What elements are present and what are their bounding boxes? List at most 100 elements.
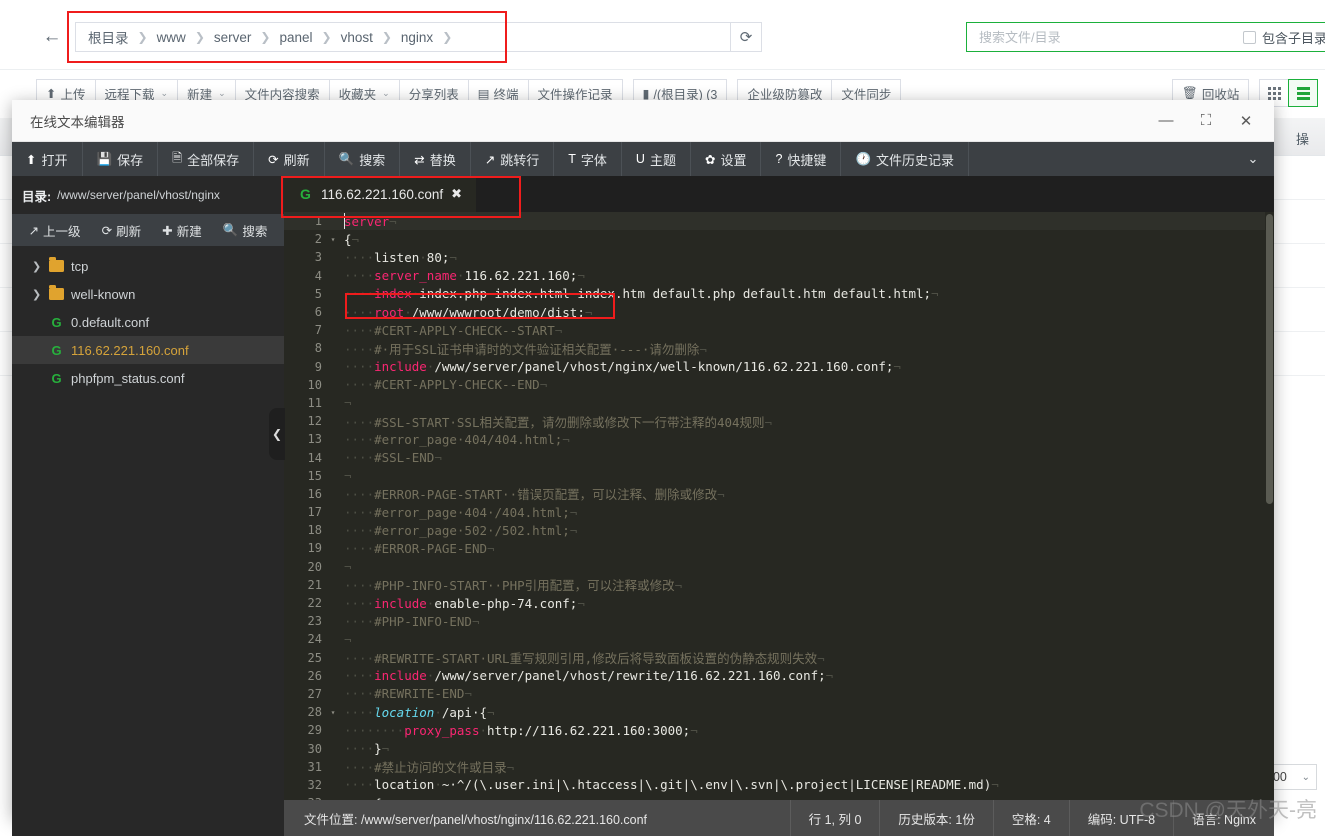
file-tree-item-0[interactable]: ❯tcp <box>12 252 284 280</box>
code-line-16[interactable]: 16····#ERROR-PAGE-START··错误页配置，可以注释、删除或修… <box>284 485 1274 503</box>
include-subdir-toggle[interactable]: 包含子目录 <box>1243 28 1325 47</box>
code-line-21[interactable]: 21····#PHP-INFO-START··PHP引用配置，可以注释或修改¬ <box>284 576 1274 594</box>
code-line-9[interactable]: 9····include·/www/server/panel/vhost/ngi… <box>284 358 1274 376</box>
code-line-19[interactable]: 19····#ERROR-PAGE-END¬ <box>284 539 1274 557</box>
code-line-33[interactable]: 33▾····{¬ <box>284 794 1274 800</box>
refresh-icon: ⟳ <box>268 152 278 167</box>
menu-item-1[interactable]: 💾保存 <box>83 142 159 176</box>
sidebar-action-1[interactable]: ⟳刷新 <box>102 221 142 240</box>
menu-item-9[interactable]: ✿设置 <box>691 142 762 176</box>
file-tree-item-1[interactable]: ❯well-known <box>12 280 284 308</box>
menu-expand-icon[interactable]: ⌄ <box>1232 142 1274 176</box>
folder-icon <box>49 260 64 272</box>
list-view-icon[interactable] <box>1288 79 1318 107</box>
code-line-8[interactable]: 8····#·用于SSL证书申请时的文件验证相关配置·---·请勿删除¬ <box>284 339 1274 357</box>
code-line-28[interactable]: 28▾····location·/api·{¬ <box>284 703 1274 721</box>
status-encoding[interactable]: 编码: UTF-8 <box>1069 800 1173 836</box>
code-line-23[interactable]: 23····#PHP-INFO-END¬ <box>284 612 1274 630</box>
fold-toggle-icon[interactable]: ▾ <box>328 799 338 800</box>
code-line-18[interactable]: 18····#error_page·502·/502.html;¬ <box>284 521 1274 539</box>
sidebar-action-0[interactable]: ↗上一级 <box>29 221 81 240</box>
file-tree-item-3[interactable]: ❯G116.62.221.160.conf <box>12 336 284 364</box>
menu-item-2[interactable]: 🗎全部保存 <box>158 142 254 176</box>
file-tree-item-4[interactable]: ❯Gphpfpm_status.conf <box>12 364 284 392</box>
code-line-text: ¬ <box>338 632 352 647</box>
minimize-icon[interactable]: — <box>1146 101 1186 141</box>
code-line-22[interactable]: 22····include·enable-php-74.conf;¬ <box>284 594 1274 612</box>
search-box[interactable]: 包含子目录 <box>966 22 1325 52</box>
breadcrumb-item-0[interactable]: 根目录 <box>88 27 129 47</box>
code-line-text: ····location·/api·{¬ <box>338 705 495 720</box>
editor-file-tab[interactable]: G 116.62.221.160.conf ✖ <box>284 176 476 212</box>
breadcrumb-item-5[interactable]: nginx <box>401 30 433 45</box>
menu-item-4[interactable]: 🔍搜索 <box>325 142 401 176</box>
code-line-27[interactable]: 27····#REWRITE-END¬ <box>284 685 1274 703</box>
menu-item-0[interactable]: ⬆打开 <box>12 142 83 176</box>
code-line-29[interactable]: 29········proxy_pass·http://116.62.221.1… <box>284 721 1274 739</box>
code-line-25[interactable]: 25····#REWRITE-START·URL重写规则引用,修改后将导致面板设… <box>284 649 1274 667</box>
code-line-24[interactable]: 24¬ <box>284 630 1274 648</box>
include-subdir-checkbox[interactable] <box>1243 31 1256 44</box>
code-editor[interactable]: 1server¬2▾{¬3····listen·80;¬4····server_… <box>284 212 1274 800</box>
menu-item-10[interactable]: ?快捷键 <box>761 142 841 176</box>
code-scrollbar-thumb[interactable] <box>1266 214 1273 504</box>
status-history[interactable]: 历史版本: 1份 <box>879 800 992 836</box>
back-button[interactable]: ← <box>40 27 64 47</box>
status-language[interactable]: 语言: Nginx <box>1173 800 1274 836</box>
refresh-button[interactable]: ⟳ <box>730 22 762 52</box>
theme-icon: U <box>636 152 645 166</box>
code-line-30[interactable]: 30····}¬ <box>284 739 1274 757</box>
upload-icon: ⬆ <box>46 86 56 101</box>
chevron-right-icon[interactable]: ❯ <box>32 288 42 301</box>
code-line-32[interactable]: 32····location·~·^/(\.user.ini|\.htacces… <box>284 776 1274 794</box>
code-line-2[interactable]: 2▾{¬ <box>284 230 1274 248</box>
code-line-12[interactable]: 12····#SSL-START·SSL相关配置，请勿删除或修改下一行带注释的4… <box>284 412 1274 430</box>
code-line-15[interactable]: 15¬ <box>284 467 1274 485</box>
code-line-13[interactable]: 13····#error_page·404/404.html;¬ <box>284 430 1274 448</box>
menu-item-11[interactable]: 🕐文件历史记录 <box>841 142 969 176</box>
file-tree-item-2[interactable]: ❯G0.default.conf <box>12 308 284 336</box>
sidebar-collapse-icon[interactable]: ❮ <box>269 408 285 460</box>
breadcrumb-item-2[interactable]: server <box>214 30 252 45</box>
close-icon[interactable]: ✕ <box>1226 101 1266 141</box>
chevron-right-icon[interactable]: ❯ <box>32 260 42 273</box>
code-line-26[interactable]: 26····include·/www/server/panel/vhost/re… <box>284 667 1274 685</box>
menu-item-5[interactable]: ⇄替换 <box>400 142 471 176</box>
sidebar-action-2[interactable]: ✚新建 <box>162 221 202 240</box>
code-line-10[interactable]: 10····#CERT-APPLY-CHECK--END¬ <box>284 376 1274 394</box>
close-tab-icon[interactable]: ✖ <box>451 186 462 202</box>
sidebar-action-3[interactable]: 🔍搜索 <box>223 221 268 240</box>
breadcrumb[interactable]: 根目录❯www❯server❯panel❯vhost❯nginx❯ <box>75 22 730 52</box>
code-lines[interactable]: 1server¬2▾{¬3····listen·80;¬4····server_… <box>284 212 1274 800</box>
code-line-text: ¬ <box>338 395 352 410</box>
breadcrumb-item-3[interactable]: panel <box>279 30 312 45</box>
breadcrumb-item-4[interactable]: vhost <box>341 30 373 45</box>
code-line-17[interactable]: 17····#error_page·404·/404.html;¬ <box>284 503 1274 521</box>
fold-toggle-icon[interactable]: ▾ <box>328 235 338 244</box>
code-line-31[interactable]: 31····#禁止访问的文件或目录¬ <box>284 758 1274 776</box>
code-line-3[interactable]: 3····listen·80;¬ <box>284 248 1274 266</box>
status-indent[interactable]: 空格: 4 <box>993 800 1069 836</box>
goto-line-icon: ↗ <box>485 152 495 167</box>
code-line-7[interactable]: 7····#CERT-APPLY-CHECK--START¬ <box>284 321 1274 339</box>
menu-item-8[interactable]: U主题 <box>622 142 691 176</box>
save-icon: 💾 <box>97 152 113 167</box>
menu-item-6[interactable]: ↗跳转行 <box>471 142 555 176</box>
code-line-20[interactable]: 20¬ <box>284 558 1274 576</box>
file-manager-topbar: ← 根目录❯www❯server❯panel❯vhost❯nginx❯ ⟳ 包含… <box>0 0 1325 70</box>
fold-toggle-icon[interactable]: ▾ <box>328 708 338 717</box>
code-line-6[interactable]: 6····root·/www/wwwroot/demo/dist;¬ <box>284 303 1274 321</box>
code-line-11[interactable]: 11¬ <box>284 394 1274 412</box>
code-line-4[interactable]: 4····server_name·116.62.221.160;¬ <box>284 267 1274 285</box>
breadcrumb-item-1[interactable]: www <box>157 30 186 45</box>
code-line-5[interactable]: 5····index·index.php index.html index.ht… <box>284 285 1274 303</box>
code-vertical-scrollbar[interactable] <box>1265 212 1274 800</box>
menu-item-3[interactable]: ⟳刷新 <box>254 142 325 176</box>
code-line-1[interactable]: 1server¬ <box>284 212 1274 230</box>
maximize-icon[interactable]: ⛶ <box>1186 101 1226 141</box>
search-input[interactable] <box>977 29 1243 46</box>
search-icon: 🔍 <box>339 152 355 167</box>
code-line-14[interactable]: 14····#SSL-END¬ <box>284 448 1274 466</box>
window-controls: — ⛶ ✕ <box>1146 101 1266 141</box>
menu-item-7[interactable]: T字体 <box>554 142 622 176</box>
